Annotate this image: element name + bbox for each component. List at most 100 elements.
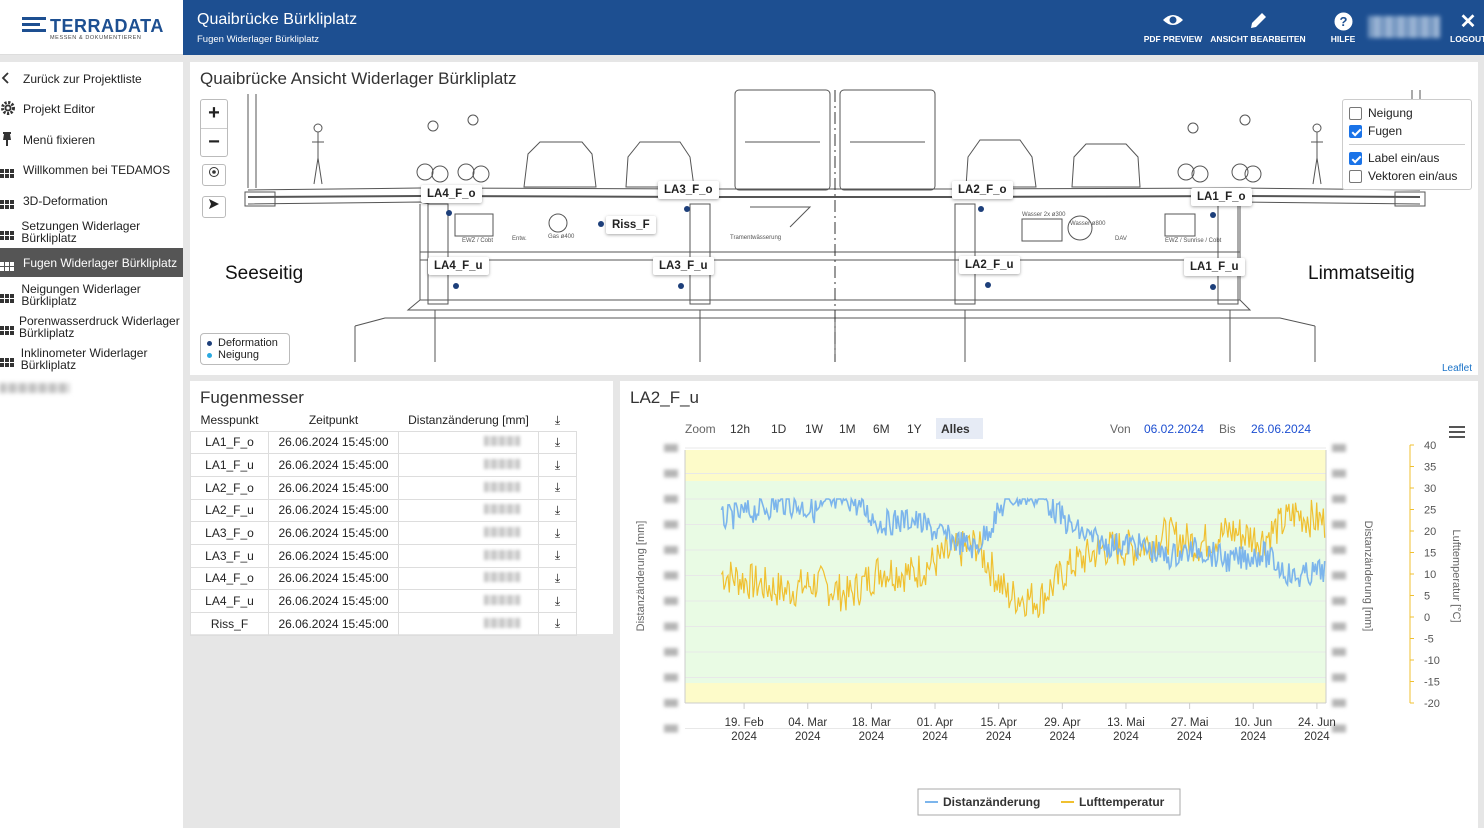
point-label-la4-f-o[interactable]: LA4_F_o — [421, 185, 482, 203]
zoom-button-1d[interactable]: 1D — [771, 422, 787, 436]
table-row[interactable]: LA3_F_o 26.06.2024 15:45:00 ⤓ — [190, 521, 577, 545]
zoom-button-1m[interactable]: 1M — [839, 422, 856, 436]
svg-text:?: ? — [1339, 14, 1347, 29]
table-row[interactable]: LA2_F_o 26.06.2024 15:45:00 ⤓ — [190, 475, 577, 500]
logout-button[interactable]: ✕ LOGOUT — [1450, 12, 1484, 44]
point-marker[interactable] — [678, 283, 684, 289]
point-marker[interactable] — [684, 206, 690, 212]
download-button[interactable]: ⤓ — [538, 498, 577, 523]
layer-toggle-labels[interactable]: Label ein/aus — [1349, 149, 1465, 167]
column-header[interactable]: Messpunkt — [191, 410, 269, 431]
x-tick-year: 2024 — [986, 731, 1012, 743]
edit-view-button[interactable]: ANSICHT BEARBEITEN — [1210, 12, 1306, 44]
sidebar-item-project-editor[interactable]: Projekt Editor — [0, 100, 183, 118]
point-label-riss-f[interactable]: Riss_F — [606, 216, 656, 234]
point-label-la1-f-o[interactable]: LA1_F_o — [1191, 188, 1252, 206]
bridge-view-map[interactable]: Quaibrücke Ansicht Widerlager Bürkliplat… — [190, 62, 1478, 375]
logo[interactable]: TERRADATA MESSEN & DOKUMENTIEREN — [0, 0, 183, 55]
zoom-in-button[interactable]: + — [201, 100, 227, 128]
zoom-button-alles[interactable]: Alles — [936, 418, 983, 439]
download-icon: ⤓ — [554, 593, 561, 608]
chart-menu-icon[interactable] — [1449, 426, 1465, 438]
point-label-la2-f-o[interactable]: LA2_F_o — [952, 181, 1013, 199]
download-all-button[interactable]: ⤓ — [539, 410, 577, 431]
sidebar-item-3d-deformation[interactable]: 3D-Deformation — [0, 192, 183, 210]
download-button[interactable]: ⤓ — [538, 566, 577, 591]
table-row[interactable]: LA4_F_u 26.06.2024 15:45:00 ⤓ — [190, 589, 577, 613]
point-label-la3-f-o[interactable]: LA3_F_o — [658, 181, 719, 199]
download-button[interactable]: ⤓ — [538, 453, 577, 477]
download-button[interactable]: ⤓ — [538, 589, 577, 613]
download-button[interactable]: ⤓ — [538, 475, 577, 500]
download-button[interactable]: ⤓ — [538, 430, 577, 455]
column-header[interactable]: Zeitpunkt — [269, 410, 399, 431]
zoom-button-1y[interactable]: 1Y — [907, 422, 922, 436]
checkbox[interactable] — [1349, 106, 1362, 120]
point-marker[interactable] — [446, 210, 452, 216]
navigate-button[interactable] — [202, 196, 226, 218]
download-button[interactable]: ⤓ — [538, 612, 577, 636]
zoom-out-button[interactable]: − — [201, 128, 227, 156]
drawing-note: EWZ / Sunrise / Cobt — [1165, 238, 1222, 244]
sidebar-item-welcome[interactable]: Willkommen bei TEDAMOS — [0, 161, 183, 179]
grid-icon — [0, 351, 16, 367]
zoom-button-1w[interactable]: 1W — [805, 422, 824, 436]
checkbox[interactable] — [1349, 169, 1362, 183]
point-label-la2-f-u[interactable]: LA2_F_u — [959, 256, 1020, 274]
checkbox[interactable] — [1349, 124, 1362, 138]
time-series-chart[interactable]: Zoom 12h 1D 1W 1M 6M 1Y Alles Von 06.02.2024 B… — [620, 381, 1478, 828]
x-tick-label: 19. Feb — [725, 717, 764, 729]
sidebar-item-porenwasserdruck[interactable]: Porenwasserdruck Widerlager Bürkliplatz — [0, 313, 183, 341]
sidebar-item-hidden[interactable] — [0, 380, 183, 396]
layer-toggle-fugen[interactable]: Fugen — [1349, 122, 1465, 140]
temp-tick-label: 15 — [1424, 548, 1436, 560]
table-row[interactable]: Riss_F 26.06.2024 15:45:00 ⤓ — [190, 612, 577, 636]
from-date-input[interactable]: 06.02.2024 — [1144, 422, 1204, 436]
table-row[interactable]: LA2_F_u 26.06.2024 15:45:00 ⤓ — [190, 498, 577, 523]
point-marker[interactable] — [985, 282, 991, 288]
help-button[interactable]: ? HILFE — [1326, 12, 1360, 44]
back-to-projects-link[interactable]: Zurück zur Projektliste — [0, 70, 183, 88]
sidebar-item-fugen[interactable]: Fugen Widerlager Bürkliplatz — [0, 248, 183, 277]
point-label-la3-f-u[interactable]: LA3_F_u — [653, 257, 714, 275]
layer-toggle-vectors[interactable]: Vektoren ein/aus — [1349, 167, 1465, 185]
point-marker[interactable] — [1210, 284, 1216, 290]
sidebar-item-pin-menu[interactable]: Menü fixieren — [0, 131, 183, 149]
download-button[interactable]: ⤓ — [538, 543, 577, 568]
temp-tick-label: 40 — [1424, 440, 1436, 452]
table-row[interactable]: LA3_F_u 26.06.2024 15:45:00 ⤓ — [190, 543, 577, 568]
leaflet-attribution-link[interactable]: Leaflet — [1439, 363, 1474, 374]
zoom-button-12h[interactable]: 12h — [730, 422, 750, 436]
pdf-preview-button[interactable]: PDF PREVIEW — [1143, 12, 1203, 44]
point-marker[interactable] — [453, 283, 459, 289]
download-icon: ⤓ — [554, 525, 561, 540]
sidebar-item-neigungen[interactable]: Neigungen Widerlager Bürkliplatz — [0, 281, 183, 309]
point-marker[interactable] — [978, 206, 984, 212]
to-date-input[interactable]: 26.06.2024 — [1251, 422, 1311, 436]
download-button[interactable]: ⤓ — [538, 521, 577, 545]
table-row[interactable]: LA1_F_o 26.06.2024 15:45:00 ⤓ — [190, 430, 577, 455]
point-label-la4-f-u[interactable]: LA4_F_u — [428, 257, 489, 275]
column-header[interactable]: Distanzänderung [mm] — [399, 410, 539, 431]
x-tick-label: 24. Jun — [1298, 717, 1336, 729]
legend-item-distanzaenderung[interactable]: Distanzänderung — [925, 795, 1040, 809]
table-row[interactable]: LA1_F_u 26.06.2024 15:45:00 ⤓ — [190, 453, 577, 477]
legend-dot — [207, 340, 212, 346]
zoom-button-6m[interactable]: 6M — [873, 422, 890, 436]
point-label-la1-f-u[interactable]: LA1_F_u — [1184, 258, 1245, 276]
redacted-tick — [1332, 571, 1346, 580]
point-marker[interactable] — [598, 221, 604, 227]
layer-toggle-neigung[interactable]: Neigung — [1349, 104, 1465, 122]
sidebar-item-setzungen[interactable]: Setzungen Widerlager Bürkliplatz — [0, 218, 183, 246]
table-row[interactable]: LA4_F_o 26.06.2024 15:45:00 ⤓ — [190, 566, 577, 591]
point-marker[interactable] — [1210, 212, 1216, 218]
checkbox[interactable] — [1349, 151, 1362, 165]
locate-button[interactable] — [202, 164, 226, 186]
sidebar-item-inklinometer[interactable]: Inklinometer Widerlager Bürkliplatz — [0, 345, 183, 373]
user-name[interactable] — [1368, 16, 1440, 38]
chart-panel: LA2_F_u Zoom 12h 1D 1W 1M 6M 1Y Alles Von 06.0… — [620, 381, 1478, 828]
layer-control: Neigung Fugen Label ein/aus Vektoren ein… — [1342, 99, 1472, 190]
cell-messpunkt: LA1_F_o — [190, 430, 269, 455]
redacted-tick — [664, 673, 678, 682]
cell-messpunkt: Riss_F — [190, 612, 269, 636]
